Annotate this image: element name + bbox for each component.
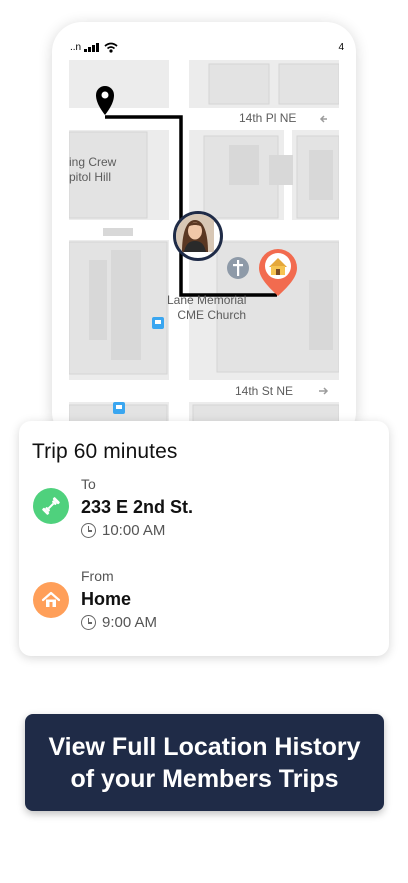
place-label-church: Lane Memorial CME Church xyxy=(167,293,246,323)
signal-icon xyxy=(84,43,99,52)
arrival-time-text: 10:00 AM xyxy=(102,522,166,539)
trip-card[interactable]: Trip 60 minutes To 233 E 2nd St. 10:00 A… xyxy=(19,421,389,656)
trip-map[interactable]: 14th Pl NE 14th St NE ing Crew pitol Hil… xyxy=(69,60,339,442)
place-label-line: Lane Memorial xyxy=(167,293,247,307)
origin-icon-badge xyxy=(33,582,69,618)
location-history-banner[interactable]: View Full Location History of your Membe… xyxy=(25,714,384,811)
member-avatar[interactable] xyxy=(173,211,223,261)
church-marker-icon xyxy=(227,257,249,279)
wifi-icon xyxy=(104,42,118,53)
place-label-line: ing Crew xyxy=(69,155,117,169)
trip-title: Trip 60 minutes xyxy=(32,440,178,463)
from-caption: From xyxy=(81,568,114,584)
to-caption: To xyxy=(81,476,96,492)
street-label-14th-st: 14th St NE xyxy=(235,384,294,398)
destination-address: 233 E 2nd St. xyxy=(81,497,194,517)
transit-stop-icon xyxy=(152,317,164,329)
place-label-line: pitol Hill xyxy=(69,170,112,184)
street-label-14th-pl: 14th Pl NE xyxy=(239,111,297,125)
home-icon xyxy=(41,591,61,607)
destination-icon-badge xyxy=(33,488,69,524)
member-photo xyxy=(176,214,214,252)
status-bar: ..n 4 xyxy=(52,22,356,60)
phone-mockup: ..n 4 14th Pl NE 14th St NE ing Crew pit… xyxy=(52,22,356,442)
battery-text: 4 xyxy=(338,42,344,53)
origin-name: Home xyxy=(81,589,132,609)
banner-line-1: View Full Location History xyxy=(48,732,361,761)
arrival-time: 10:00 AM xyxy=(81,522,165,539)
clock-icon xyxy=(81,523,96,538)
banner-line-2: of your Members Trips xyxy=(70,764,339,793)
dumbbell-icon xyxy=(42,497,60,515)
departure-time: 9:00 AM xyxy=(81,614,157,631)
place-label-crew: ing Crew pitol Hill xyxy=(69,155,116,185)
place-label-line: CME Church xyxy=(177,308,247,322)
transit-stop-icon xyxy=(113,402,125,414)
carrier-text: ..n xyxy=(70,42,82,53)
departure-time-text: 9:00 AM xyxy=(102,614,158,631)
clock-icon xyxy=(81,615,96,630)
